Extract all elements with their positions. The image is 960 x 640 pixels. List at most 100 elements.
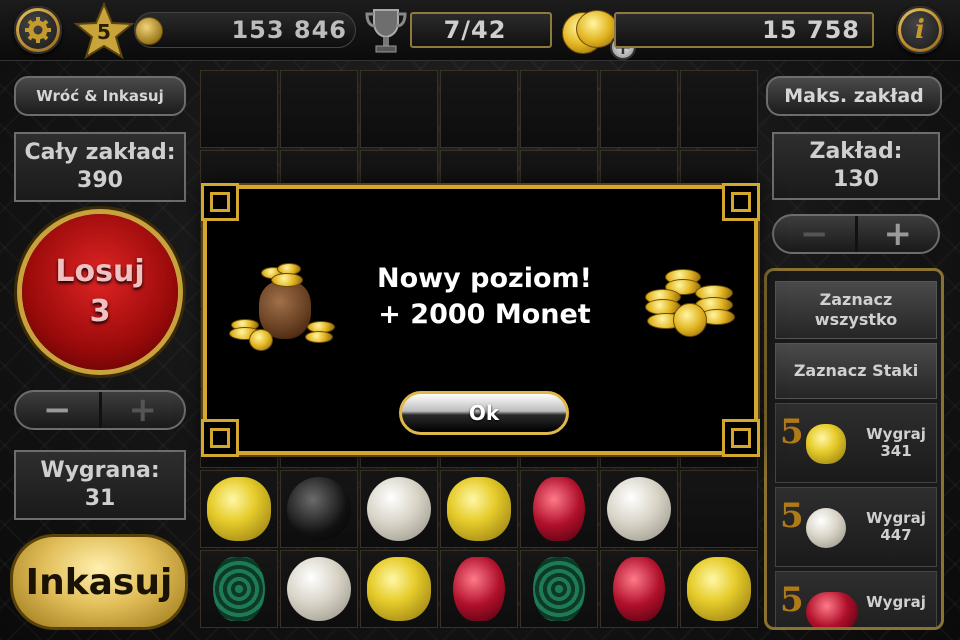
board-cell <box>600 470 678 548</box>
ok-button[interactable]: Ok <box>399 391 569 435</box>
board-cell <box>680 70 758 148</box>
board-cell <box>600 550 678 628</box>
board-cell <box>520 550 598 628</box>
settings-button[interactable] <box>14 6 62 54</box>
spin-count-stepper: − + <box>14 390 186 430</box>
spin-minus-button[interactable]: − <box>16 392 99 428</box>
board-cell <box>440 550 518 628</box>
green-gem-icon <box>213 557 265 621</box>
total-bet-value: 390 <box>77 168 123 193</box>
prize-list: Zaznacz wszystko Zaznacz Staki 5 Wygraj 3… <box>764 268 944 630</box>
collect-button[interactable]: Inkasuj <box>10 534 188 630</box>
pearl-gem-icon <box>287 557 351 621</box>
board-cell <box>440 470 518 548</box>
dialog-title-line2: + 2000 Monet <box>378 299 591 330</box>
spin-button[interactable]: Losuj 3 <box>22 214 178 370</box>
board-cell <box>280 470 358 548</box>
prize-text: Wygraj <box>856 594 936 611</box>
total-bet-box: Cały zakład: 390 <box>14 132 186 202</box>
back-collect-label: Wróć & Inkasuj <box>36 87 164 105</box>
pearl-gem-icon <box>806 508 846 548</box>
prize-count: 5 <box>780 412 804 452</box>
prize-label: Wygraj <box>866 425 926 443</box>
board-cell <box>200 550 278 628</box>
yellow-gem-icon <box>687 557 751 621</box>
red-gem-icon <box>453 557 505 621</box>
level-up-dialog: Nowy poziom! + 2000 Monet Ok <box>201 183 760 457</box>
yellow-gem-icon <box>207 477 271 541</box>
spin-count: 3 <box>89 294 111 329</box>
level-number: 5 <box>97 20 111 44</box>
yellow-gem-icon <box>447 477 511 541</box>
board-cell <box>280 550 358 628</box>
bet-label: Zakład: <box>809 139 903 164</box>
board-cell <box>520 470 598 548</box>
coin-pile-icon <box>639 265 739 345</box>
board-cell <box>360 470 438 548</box>
spin-label: Losuj <box>55 254 145 289</box>
board-cell <box>680 550 758 628</box>
select-all-button[interactable]: Zaznacz wszystko <box>775 281 937 339</box>
yellow-gem-icon <box>806 424 846 464</box>
board-cell <box>680 470 758 548</box>
corner-ornament <box>201 183 239 221</box>
collect-label: Inkasuj <box>25 561 173 603</box>
xp-orb-icon <box>135 17 163 45</box>
total-bet-label: Cały zakład: <box>24 140 176 165</box>
spin-plus-button[interactable]: + <box>102 392 185 428</box>
bet-plus-button[interactable]: + <box>858 216 939 252</box>
board-cell <box>360 70 438 148</box>
prize-row[interactable]: 5 Wygraj <box>775 571 937 627</box>
pearl-gem-icon <box>607 477 671 541</box>
coins-counter: 15 758 <box>614 12 874 48</box>
win-label: Wygrana: <box>40 458 160 483</box>
back-collect-button[interactable]: Wróć & Inkasuj <box>14 76 186 116</box>
prize-text: Wygraj 447 <box>856 510 936 544</box>
board-cell <box>200 470 278 548</box>
xp-value: 153 846 <box>231 16 347 44</box>
ok-label: Ok <box>468 401 500 425</box>
prize-count: 5 <box>780 580 804 620</box>
board-cell <box>200 70 278 148</box>
win-box: Wygrana: 31 <box>14 450 186 520</box>
prize-value: 341 <box>880 442 912 460</box>
info-icon: i <box>901 11 939 49</box>
max-bet-button[interactable]: Maks. zakład <box>766 76 942 116</box>
select-stakes-button[interactable]: Zaznacz Staki <box>775 343 937 399</box>
money-bag-icon <box>227 259 337 351</box>
red-gem-icon <box>533 477 585 541</box>
info-button[interactable]: i <box>896 6 944 54</box>
bet-value: 130 <box>833 167 879 192</box>
gear-icon <box>19 11 57 49</box>
bet-stepper: − + <box>772 214 940 254</box>
coins-value: 15 758 <box>762 16 860 44</box>
max-bet-label: Maks. zakład <box>784 85 924 107</box>
trophy-icon[interactable] <box>364 6 408 56</box>
prize-text: Wygraj 341 <box>856 426 936 460</box>
top-bar: 5 153 846 7/42 + 15 758 i <box>0 0 960 61</box>
board-cell <box>600 70 678 148</box>
red-gem-icon <box>613 557 665 621</box>
board-cell <box>280 70 358 148</box>
yellow-gem-icon <box>367 557 431 621</box>
bet-box: Zakład: 130 <box>772 132 940 200</box>
board-cell <box>360 550 438 628</box>
win-value: 31 <box>84 486 116 511</box>
green-gem-icon <box>533 557 585 621</box>
prize-row[interactable]: 5 Wygraj 341 <box>775 403 937 483</box>
xp-bar: 153 846 <box>134 12 356 48</box>
achievements-counter: 7/42 <box>410 12 552 48</box>
pearl-gem-icon <box>367 477 431 541</box>
select-all-label: Zaznacz wszystko <box>814 290 898 329</box>
red-gem-icon <box>806 592 858 627</box>
select-stakes-label: Zaznacz Staki <box>793 361 919 380</box>
prize-value: 447 <box>880 526 912 544</box>
corner-ornament <box>722 419 760 457</box>
prize-row[interactable]: 5 Wygraj 447 <box>775 487 937 567</box>
prize-label: Wygraj <box>866 593 926 611</box>
board-cell <box>440 70 518 148</box>
corner-ornament <box>722 183 760 221</box>
prize-count: 5 <box>780 496 804 536</box>
bet-minus-button[interactable]: − <box>774 216 855 252</box>
corner-ornament <box>201 419 239 457</box>
